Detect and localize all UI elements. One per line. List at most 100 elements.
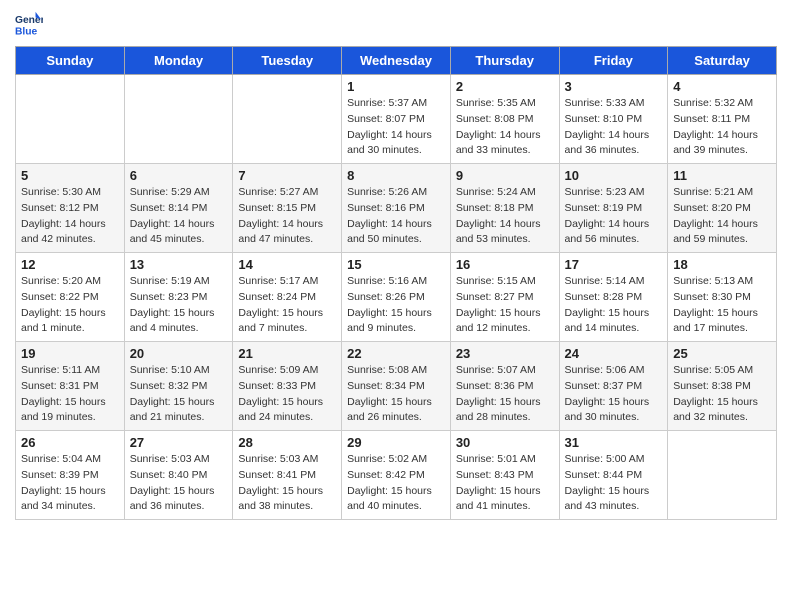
day-number: 13	[130, 257, 228, 272]
day-info: Sunrise: 5:37 AM Sunset: 8:07 PM Dayligh…	[347, 96, 445, 159]
day-number: 3	[565, 79, 663, 94]
day-number: 17	[565, 257, 663, 272]
page-container: General Blue SundayMondayTuesdayWednesda…	[0, 0, 792, 530]
day-info: Sunrise: 5:11 AM Sunset: 8:31 PM Dayligh…	[21, 363, 119, 426]
day-number: 22	[347, 346, 445, 361]
day-info: Sunrise: 5:07 AM Sunset: 8:36 PM Dayligh…	[456, 363, 554, 426]
day-info: Sunrise: 5:17 AM Sunset: 8:24 PM Dayligh…	[238, 274, 336, 337]
day-info: Sunrise: 5:26 AM Sunset: 8:16 PM Dayligh…	[347, 185, 445, 248]
day-info: Sunrise: 5:13 AM Sunset: 8:30 PM Dayligh…	[673, 274, 771, 337]
logo-icon: General Blue	[15, 10, 43, 38]
calendar-cell	[668, 431, 777, 520]
day-number: 2	[456, 79, 554, 94]
day-info: Sunrise: 5:02 AM Sunset: 8:42 PM Dayligh…	[347, 452, 445, 515]
day-number: 4	[673, 79, 771, 94]
calendar-cell: 5 Sunrise: 5:30 AM Sunset: 8:12 PM Daylig…	[16, 164, 125, 253]
day-info: Sunrise: 5:06 AM Sunset: 8:37 PM Dayligh…	[565, 363, 663, 426]
calendar-cell: 12 Sunrise: 5:20 AM Sunset: 8:22 PM Dayli…	[16, 253, 125, 342]
calendar-week-2: 5 Sunrise: 5:30 AM Sunset: 8:12 PM Daylig…	[16, 164, 777, 253]
calendar-week-5: 26 Sunrise: 5:04 AM Sunset: 8:39 PM Dayli…	[16, 431, 777, 520]
day-number: 29	[347, 435, 445, 450]
day-info: Sunrise: 5:08 AM Sunset: 8:34 PM Dayligh…	[347, 363, 445, 426]
day-number: 18	[673, 257, 771, 272]
svg-text:Blue: Blue	[15, 26, 38, 37]
calendar-cell: 18 Sunrise: 5:13 AM Sunset: 8:30 PM Dayli…	[668, 253, 777, 342]
day-number: 5	[21, 168, 119, 183]
calendar-cell: 16Sunrise: 5:15 AM Sunset: 8:27 PM Dayli…	[450, 253, 559, 342]
calendar-cell: 31 Sunrise: 5:00 AM Sunset: 8:44 PM Dayli…	[559, 431, 668, 520]
calendar-cell: 6Sunrise: 5:29 AM Sunset: 8:14 PM Daylig…	[124, 164, 233, 253]
day-info: Sunrise: 5:03 AM Sunset: 8:41 PM Dayligh…	[238, 452, 336, 515]
day-info: Sunrise: 5:33 AM Sunset: 8:10 PM Dayligh…	[565, 96, 663, 159]
calendar-cell: 7Sunrise: 5:27 AM Sunset: 8:15 PM Daylig…	[233, 164, 342, 253]
day-info: Sunrise: 5:35 AM Sunset: 8:08 PM Dayligh…	[456, 96, 554, 159]
calendar-week-3: 12 Sunrise: 5:20 AM Sunset: 8:22 PM Dayli…	[16, 253, 777, 342]
calendar-cell: 11 Sunrise: 5:21 AM Sunset: 8:20 PM Dayli…	[668, 164, 777, 253]
day-info: Sunrise: 5:09 AM Sunset: 8:33 PM Dayligh…	[238, 363, 336, 426]
calendar-cell: 20 Sunrise: 5:10 AM Sunset: 8:32 PM Dayli…	[124, 342, 233, 431]
calendar-cell: 28 Sunrise: 5:03 AM Sunset: 8:41 PM Dayli…	[233, 431, 342, 520]
day-number: 11	[673, 168, 771, 183]
day-number: 19	[21, 346, 119, 361]
calendar-cell: 26 Sunrise: 5:04 AM Sunset: 8:39 PM Dayli…	[16, 431, 125, 520]
day-number: 20	[130, 346, 228, 361]
calendar-cell: 21 Sunrise: 5:09 AM Sunset: 8:33 PM Dayli…	[233, 342, 342, 431]
day-number: 24	[565, 346, 663, 361]
day-info: Sunrise: 5:03 AM Sunset: 8:40 PM Dayligh…	[130, 452, 228, 515]
day-number: 23	[456, 346, 554, 361]
calendar-cell: 19 Sunrise: 5:11 AM Sunset: 8:31 PM Dayli…	[16, 342, 125, 431]
day-info: Sunrise: 5:30 AM Sunset: 8:12 PM Dayligh…	[21, 185, 119, 248]
calendar-cell: 27 Sunrise: 5:03 AM Sunset: 8:40 PM Dayli…	[124, 431, 233, 520]
day-number: 12	[21, 257, 119, 272]
day-number: 21	[238, 346, 336, 361]
day-info: Sunrise: 5:15 AM Sunset: 8:27 PM Dayligh…	[456, 274, 554, 337]
calendar-header-monday: Monday	[124, 47, 233, 75]
calendar-cell: 9 Sunrise: 5:24 AM Sunset: 8:18 PM Daylig…	[450, 164, 559, 253]
day-number: 26	[21, 435, 119, 450]
day-info: Sunrise: 5:14 AM Sunset: 8:28 PM Dayligh…	[565, 274, 663, 337]
calendar-cell	[233, 75, 342, 164]
day-info: Sunrise: 5:10 AM Sunset: 8:32 PM Dayligh…	[130, 363, 228, 426]
calendar-cell: 17 Sunrise: 5:14 AM Sunset: 8:28 PM Dayli…	[559, 253, 668, 342]
day-info: Sunrise: 5:21 AM Sunset: 8:20 PM Dayligh…	[673, 185, 771, 248]
day-info: Sunrise: 5:01 AM Sunset: 8:43 PM Dayligh…	[456, 452, 554, 515]
day-info: Sunrise: 5:32 AM Sunset: 8:11 PM Dayligh…	[673, 96, 771, 159]
day-number: 15	[347, 257, 445, 272]
calendar-week-4: 19 Sunrise: 5:11 AM Sunset: 8:31 PM Dayli…	[16, 342, 777, 431]
calendar-table: SundayMondayTuesdayWednesdayThursdayFrid…	[15, 46, 777, 520]
calendar-cell: 30Sunrise: 5:01 AM Sunset: 8:43 PM Dayli…	[450, 431, 559, 520]
day-number: 14	[238, 257, 336, 272]
day-number: 6	[130, 168, 228, 183]
day-number: 28	[238, 435, 336, 450]
day-info: Sunrise: 5:20 AM Sunset: 8:22 PM Dayligh…	[21, 274, 119, 337]
day-number: 31	[565, 435, 663, 450]
calendar-header-saturday: Saturday	[668, 47, 777, 75]
calendar-cell: 1 Sunrise: 5:37 AM Sunset: 8:07 PM Daylig…	[342, 75, 451, 164]
day-info: Sunrise: 5:05 AM Sunset: 8:38 PM Dayligh…	[673, 363, 771, 426]
day-info: Sunrise: 5:24 AM Sunset: 8:18 PM Dayligh…	[456, 185, 554, 248]
day-number: 7	[238, 168, 336, 183]
day-info: Sunrise: 5:16 AM Sunset: 8:26 PM Dayligh…	[347, 274, 445, 337]
day-number: 1	[347, 79, 445, 94]
day-info: Sunrise: 5:04 AM Sunset: 8:39 PM Dayligh…	[21, 452, 119, 515]
calendar-cell: 23 Sunrise: 5:07 AM Sunset: 8:36 PM Dayli…	[450, 342, 559, 431]
day-number: 27	[130, 435, 228, 450]
calendar-cell: 3 Sunrise: 5:33 AM Sunset: 8:10 PM Daylig…	[559, 75, 668, 164]
calendar-header-thursday: Thursday	[450, 47, 559, 75]
calendar-cell: 2 Sunrise: 5:35 AM Sunset: 8:08 PM Daylig…	[450, 75, 559, 164]
calendar-header-friday: Friday	[559, 47, 668, 75]
day-info: Sunrise: 5:00 AM Sunset: 8:44 PM Dayligh…	[565, 452, 663, 515]
day-number: 9	[456, 168, 554, 183]
calendar-cell: 10Sunrise: 5:23 AM Sunset: 8:19 PM Dayli…	[559, 164, 668, 253]
calendar-cell	[124, 75, 233, 164]
calendar-header-tuesday: Tuesday	[233, 47, 342, 75]
calendar-cell: 22 Sunrise: 5:08 AM Sunset: 8:34 PM Dayli…	[342, 342, 451, 431]
calendar-week-1: 1 Sunrise: 5:37 AM Sunset: 8:07 PM Daylig…	[16, 75, 777, 164]
header: General Blue	[15, 10, 777, 38]
calendar-cell: 13Sunrise: 5:19 AM Sunset: 8:23 PM Dayli…	[124, 253, 233, 342]
calendar-cell: 15 Sunrise: 5:16 AM Sunset: 8:26 PM Dayli…	[342, 253, 451, 342]
calendar-header-wednesday: Wednesday	[342, 47, 451, 75]
day-number: 8	[347, 168, 445, 183]
day-number: 10	[565, 168, 663, 183]
calendar-cell	[16, 75, 125, 164]
